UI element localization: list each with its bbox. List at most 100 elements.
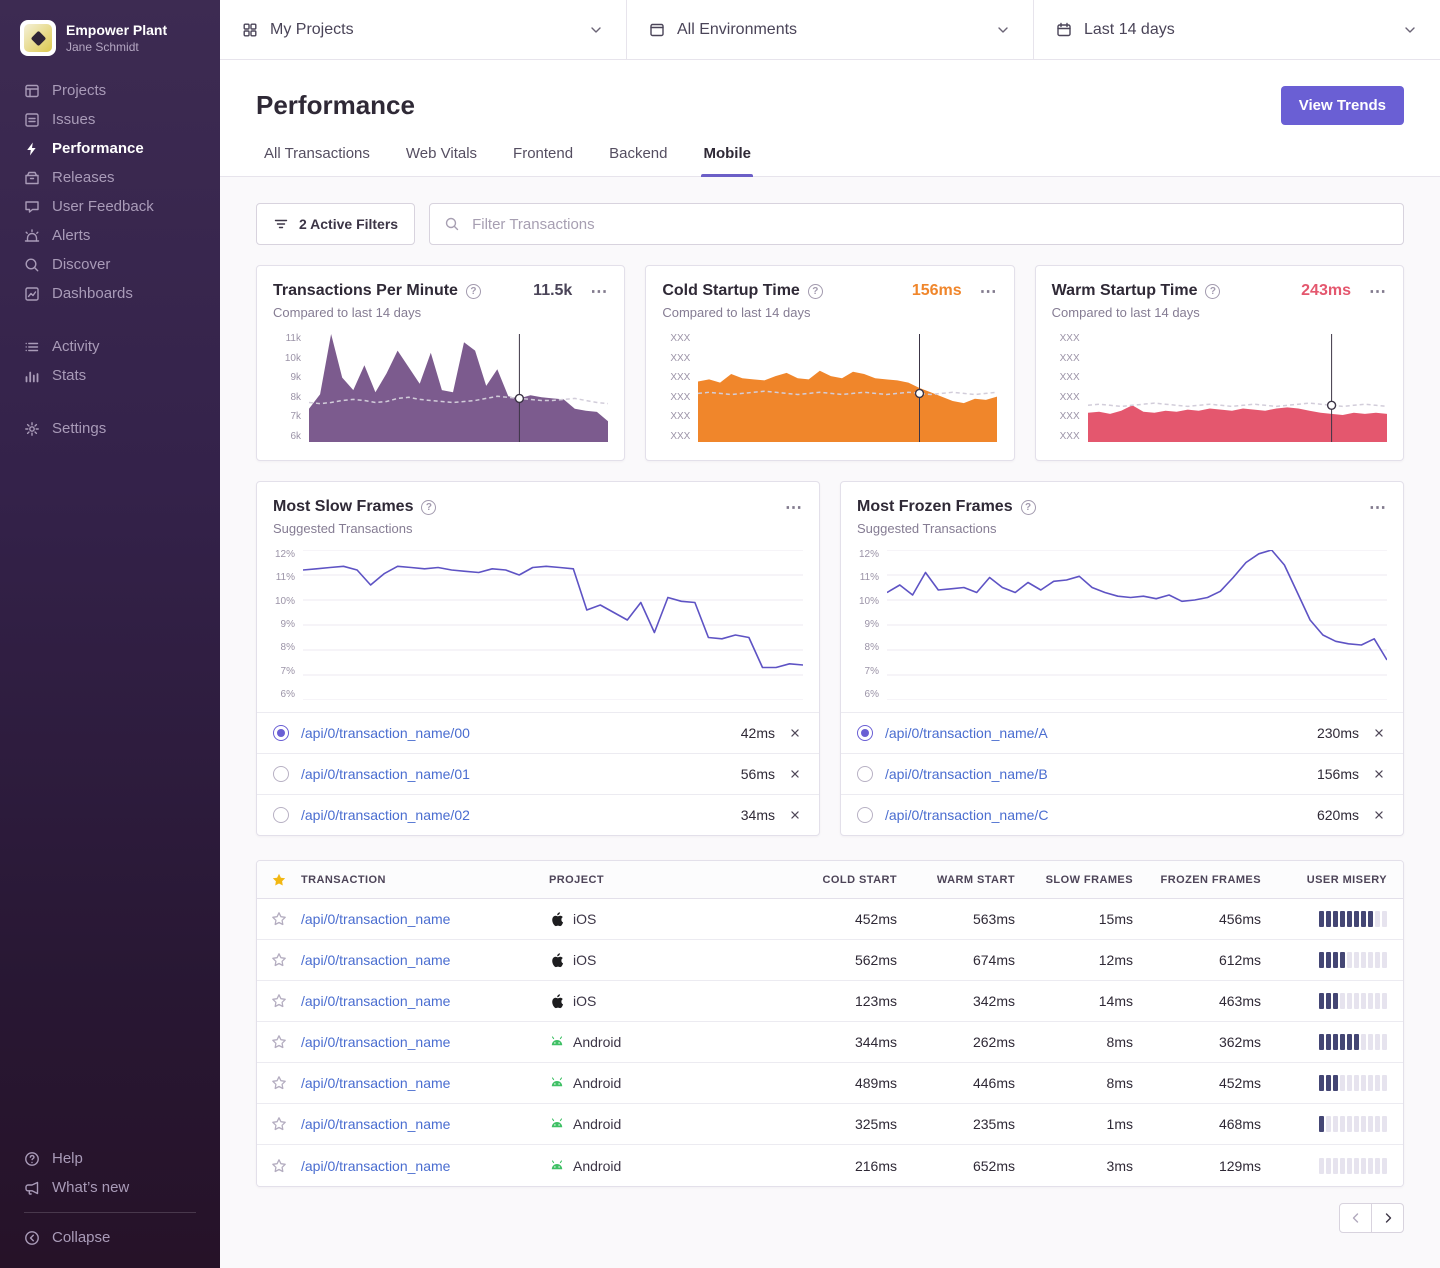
tab-web-vitals[interactable]: Web Vitals [406,145,477,176]
platform-label: iOS [573,993,596,1009]
suggested-transaction-row: /api/0/transaction_name/C620ms [841,794,1403,835]
transaction-link[interactable]: /api/0/transaction_name/00 [301,725,470,741]
sidebar-item-issues[interactable]: Issues [0,105,220,134]
sidebar-item-projects[interactable]: Projects [0,76,220,105]
close-icon[interactable] [1371,807,1387,823]
active-filters-button[interactable]: 2 Active Filters [256,203,415,245]
table-row: /api/0/transaction_nameiOS123ms342ms14ms… [257,981,1403,1022]
sidebar-item-activity[interactable]: Activity [0,332,220,361]
tab-frontend[interactable]: Frontend [513,145,573,176]
tab-mobile[interactable]: Mobile [703,145,751,176]
close-icon[interactable] [1371,725,1387,741]
slow-frames-value: 3ms [1021,1158,1139,1174]
frozen-frames-value: 612ms [1139,952,1267,968]
frozen-frames-list: /api/0/transaction_name/A230ms/api/0/tra… [841,712,1403,835]
pagination-next-button[interactable] [1371,1203,1404,1233]
frame-card-title: Most Frozen Frames [857,498,1013,516]
sidebar-item-alerts[interactable]: Alerts [0,221,220,250]
android-icon [549,1158,565,1174]
transaction-link[interactable]: /api/0/transaction_name [301,993,450,1009]
sidebar-footer: HelpWhat’s new Collapse [0,1144,220,1252]
sidebar-item-help[interactable]: Help [0,1144,220,1173]
collapse-icon [24,1230,40,1246]
transaction-radio[interactable] [273,725,289,741]
tab-all-transactions[interactable]: All Transactions [264,145,370,176]
sidebar-item-what-s-new[interactable]: What’s new [0,1173,220,1202]
help-question-icon[interactable] [1021,500,1036,515]
transaction-link[interactable]: /api/0/transaction_name [301,1034,450,1050]
y-tick-label: XXX [670,393,690,403]
transaction-link[interactable]: /api/0/transaction_name [301,1158,450,1174]
transaction-radio[interactable] [857,807,873,823]
transaction-link[interactable]: /api/0/transaction_name/B [885,766,1048,782]
card-menu-icon[interactable]: ⋯ [980,283,998,300]
date-range-dropdown[interactable]: Last 14 days [1034,0,1440,59]
close-icon[interactable] [787,807,803,823]
transaction-radio[interactable] [273,807,289,823]
column-header-slow-frames: SLOW FRAMES [1021,874,1139,886]
help-question-icon[interactable] [466,284,481,299]
card-menu-icon[interactable]: ⋯ [785,499,803,516]
close-icon[interactable] [787,725,803,741]
sidebar: Empower Plant Jane Schmidt ProjectsIssue… [0,0,220,1268]
sidebar-item-user-feedback[interactable]: User Feedback [0,192,220,221]
star-outline-icon[interactable] [271,1075,287,1091]
pagination [256,1203,1404,1253]
sidebar-collapse-button[interactable]: Collapse [0,1223,220,1252]
help-question-icon[interactable] [1205,284,1220,299]
transaction-link[interactable]: /api/0/transaction_name/C [885,807,1048,823]
sidebar-item-releases[interactable]: Releases [0,163,220,192]
warm-start-value: 674ms [903,952,1021,968]
help-question-icon[interactable] [808,284,823,299]
transaction-link[interactable]: /api/0/transaction_name [301,952,450,968]
sidebar-item-discover[interactable]: Discover [0,250,220,279]
column-header-project: PROJECT [549,874,783,886]
transaction-link[interactable]: /api/0/transaction_name [301,911,450,927]
sidebar-item-dashboards[interactable]: Dashboards [0,279,220,308]
y-tick-label: 11% [276,573,295,583]
transaction-link[interactable]: /api/0/transaction_name/02 [301,807,470,823]
org-switcher[interactable]: Empower Plant Jane Schmidt [0,14,220,76]
transaction-link[interactable]: /api/0/transaction_name [301,1075,450,1091]
feedback-icon [24,199,40,215]
sidebar-item-label: Discover [52,256,110,273]
transaction-link[interactable]: /api/0/transaction_name/A [885,725,1048,741]
help-question-icon[interactable] [421,500,436,515]
star-outline-icon[interactable] [271,993,287,1009]
card-menu-icon[interactable]: ⋯ [590,283,608,300]
user-misery-bar [1267,1158,1403,1174]
sidebar-item-label: User Feedback [52,198,154,215]
card-menu-icon[interactable]: ⋯ [1369,499,1387,516]
cold-start-value: 344ms [783,1034,903,1050]
close-icon[interactable] [787,766,803,782]
star-filled-icon[interactable] [271,872,287,888]
star-outline-icon[interactable] [271,952,287,968]
star-outline-icon[interactable] [271,1116,287,1132]
search-input[interactable] [470,215,1389,234]
tab-backend[interactable]: Backend [609,145,667,176]
star-outline-icon[interactable] [271,1158,287,1174]
y-tick-label: XXX [670,334,690,344]
star-outline-icon[interactable] [271,911,287,927]
sidebar-item-label: Collapse [52,1229,110,1246]
transaction-link[interactable]: /api/0/transaction_name/01 [301,766,470,782]
project-filter-dropdown[interactable]: My Projects [220,0,627,59]
close-icon[interactable] [1371,766,1387,782]
transaction-radio[interactable] [857,725,873,741]
y-tick-label: 6% [865,690,879,700]
sidebar-item-settings[interactable]: Settings [0,414,220,443]
y-tick-label: XXX [670,412,690,422]
platform-label: Android [573,1034,621,1050]
pagination-prev-button[interactable] [1339,1203,1372,1233]
sidebar-item-performance[interactable]: Performance [0,134,220,163]
sidebar-item-stats[interactable]: Stats [0,361,220,390]
environment-icon [649,22,665,38]
star-outline-icon[interactable] [271,1034,287,1050]
view-trends-button[interactable]: View Trends [1281,86,1404,125]
transaction-radio[interactable] [857,766,873,782]
environment-filter-dropdown[interactable]: All Environments [627,0,1034,59]
frozen-frames-chart [887,550,1387,700]
transaction-radio[interactable] [273,766,289,782]
card-menu-icon[interactable]: ⋯ [1369,283,1387,300]
transaction-link[interactable]: /api/0/transaction_name [301,1116,450,1132]
